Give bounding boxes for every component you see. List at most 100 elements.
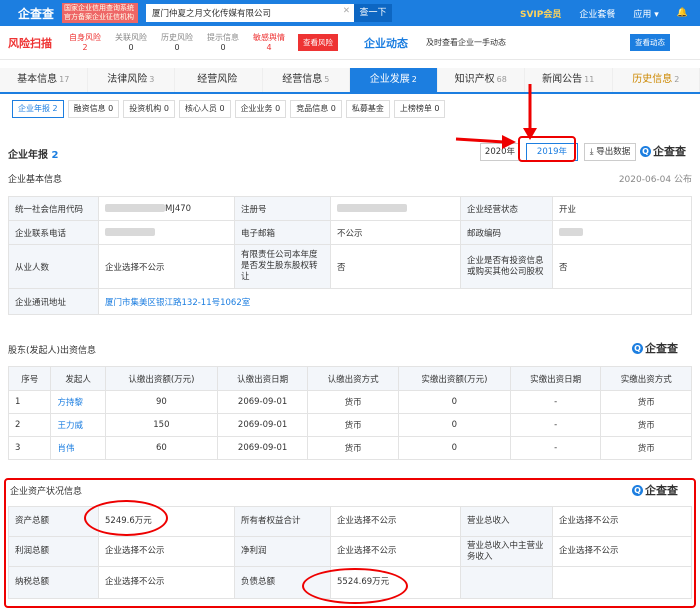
cell: 货币 [600, 436, 692, 460]
cell: 150 [104, 413, 218, 437]
subtab-1[interactable]: 融资信息 0 [67, 100, 120, 118]
risk-item-sentiment[interactable]: 敏感舆情 4 [246, 33, 292, 53]
brand-watermark: Q 企查查 [640, 143, 686, 159]
tab-7[interactable]: 历史信息 2 [612, 68, 700, 92]
site-logo[interactable]: 企查查 [18, 5, 58, 22]
tab-2[interactable]: 经营风险 [175, 68, 263, 92]
package-link[interactable]: 企业套餐 [579, 7, 615, 20]
risk-item-history[interactable]: 历史风险 0 [154, 33, 200, 53]
subtab-5[interactable]: 竞品信息 0 [290, 100, 342, 118]
cell: 0 [397, 413, 511, 437]
highlight-total-assets [84, 500, 168, 536]
address-link[interactable]: 厦门市集美区银江路132-11号1062室 [98, 288, 692, 315]
brand-watermark: Q 企查查 [632, 340, 678, 356]
cell-label: 邮政编码 [460, 220, 553, 245]
shareholder-table: 序号 发起人 认缴出资额(万元) 认缴出资日期 认缴出资方式 实缴出资额(万元) 实缴出资日… [7, 366, 692, 460]
cell[interactable]: 方持黎 [50, 390, 106, 414]
risk-bar: 风险扫描 自身风险 2 关联风险 0 历史风险 0 提示信息 0 敏感舆情 4 查看风险 … [0, 26, 700, 60]
cell: 3 [7, 436, 52, 460]
basic-info-title: 企业基本信息 [8, 175, 63, 185]
cell-label: 企业联系电话 [8, 220, 99, 245]
cell: 货币 [307, 413, 399, 437]
cell-label: 企业经营状态 [460, 196, 553, 221]
publish-date: 2020-06-04 公布 [618, 175, 692, 185]
phone [98, 220, 235, 245]
cell-label: 注册号 [234, 196, 331, 221]
cell-label: 电子邮箱 [234, 220, 331, 245]
reg-no [330, 196, 461, 221]
table-row: 1 方持黎 90 2069-09-01 货币 0- 货币 [7, 390, 692, 414]
header-cell: 发起人 [50, 366, 106, 391]
table-row: 2 王力威 150 2069-09-01 货币 0- 货币 [7, 413, 692, 437]
subtab-6[interactable]: 私募基金 [345, 100, 390, 118]
header-cell: 实缴出资额(万元) [397, 366, 511, 391]
cell[interactable]: 王力威 [50, 413, 106, 437]
subtab-0[interactable]: 企业年报 2 [12, 100, 64, 118]
cell: - [509, 390, 602, 414]
header-cell: 认缴出资额(万元) [104, 366, 218, 391]
sub-tabs: 企业年报 2 融资信息 0 投资机构 0 核心人员 0 企业业务 0 竞品信息 0 私募基金… [0, 94, 700, 124]
equity-transfer: 否 [330, 244, 461, 289]
download-icon: ⤓ [589, 147, 594, 157]
clear-icon[interactable]: ✕ [343, 6, 350, 16]
tab-4[interactable]: 企业发展 2 [350, 68, 438, 92]
employees: 企业选择不公示 [98, 244, 235, 289]
search-button[interactable]: 查一下 [354, 4, 392, 22]
view-risk-button[interactable]: 查看风险 [298, 34, 338, 51]
cell: 2069-09-01 [216, 413, 309, 437]
brand-icon: Q [640, 145, 651, 157]
risk-item-related[interactable]: 关联风险 0 [108, 33, 154, 53]
tab-0[interactable]: 基本信息 17 [0, 68, 88, 92]
cell: 货币 [307, 436, 399, 460]
tagline: 国家企业信用查询系统 官方备案企业征信机构 [62, 3, 138, 23]
risk-item-hint[interactable]: 提示信息 0 [200, 33, 246, 53]
risk-item-self[interactable]: 自身风险 2 [62, 33, 108, 53]
tab-1[interactable]: 法律风险 3 [87, 68, 175, 92]
basic-subtitle-row: 企业基本信息 2020-06-04 公布 [8, 172, 692, 185]
header-cell: 实缴出资日期 [509, 366, 602, 391]
cell: 货币 [600, 390, 692, 414]
cell: - [509, 413, 602, 437]
section-title: 企业年报 2 [8, 150, 59, 161]
subtab-3[interactable]: 核心人员 0 [178, 100, 231, 118]
subtab-2[interactable]: 投资机构 0 [123, 100, 175, 118]
cell: 货币 [307, 390, 399, 414]
cell: 0 [397, 390, 511, 414]
export-button[interactable]: ⤓ 导出数据 [584, 143, 636, 161]
header-cell: 实缴出资方式 [600, 366, 692, 391]
business-status: 开业 [552, 196, 692, 221]
svip-link[interactable]: SVIP会员 [520, 7, 561, 20]
risk-scan-logo: 风险扫描 [8, 36, 52, 50]
shareholder-title: 股东(发起人)出资信息 [8, 346, 97, 356]
cell: 2069-09-01 [216, 436, 309, 460]
table-row: 3 肖伟 60 2069-09-01 货币 0- 货币 [7, 436, 692, 460]
postcode [552, 220, 692, 245]
credit-code: MJ470 [98, 196, 235, 221]
bell-icon[interactable]: 🔔 [677, 8, 688, 18]
brand-icon: Q [632, 342, 643, 354]
cell-label: 统一社会信用代码 [8, 196, 99, 221]
tab-3[interactable]: 经营信息 5 [262, 68, 350, 92]
dynamics-logo: 企业动态 [364, 36, 408, 50]
view-dynamics-button[interactable]: 查看动态 [630, 34, 670, 51]
email: 不公示 [330, 220, 461, 245]
top-bar: 企查查 国家企业信用查询系统 官方备案企业征信机构 厦门仲夏之月文化传媒有限公司 ✕… [0, 0, 700, 26]
cell: - [509, 436, 602, 460]
annual-report-header: 企业年报 2 2020年 2019年 ⤓ 导出数据 Q 企查查 [8, 140, 692, 170]
cell[interactable]: 肖伟 [50, 436, 106, 460]
subtab-4[interactable]: 企业业务 0 [234, 100, 287, 118]
cell: 货币 [600, 413, 692, 437]
cell: 0 [397, 436, 511, 460]
search-input[interactable]: 厦门仲夏之月文化传媒有限公司 ✕ [146, 4, 354, 22]
cell-label: 企业通讯地址 [8, 288, 99, 315]
cell: 90 [104, 390, 218, 414]
investment-info: 否 [552, 244, 692, 289]
apps-menu[interactable]: 应用 ▾ [633, 7, 658, 20]
main-tabs: 基本信息 17 法律风险 3 经营风险 经营信息 5 企业发展 2 知识产权 68 新闻公告 11 历史信… [0, 68, 700, 94]
dynamics-text: 及时查看企业一手动态 [426, 38, 506, 47]
subtab-7[interactable]: 上榜榜单 0 [393, 100, 446, 118]
cell-label: 企业是否有投资信息或购买其他公司股权 [460, 244, 553, 289]
cell: 1 [7, 390, 52, 414]
header-cell: 认缴出资日期 [216, 366, 309, 391]
cell-label: 从业人数 [8, 244, 99, 289]
